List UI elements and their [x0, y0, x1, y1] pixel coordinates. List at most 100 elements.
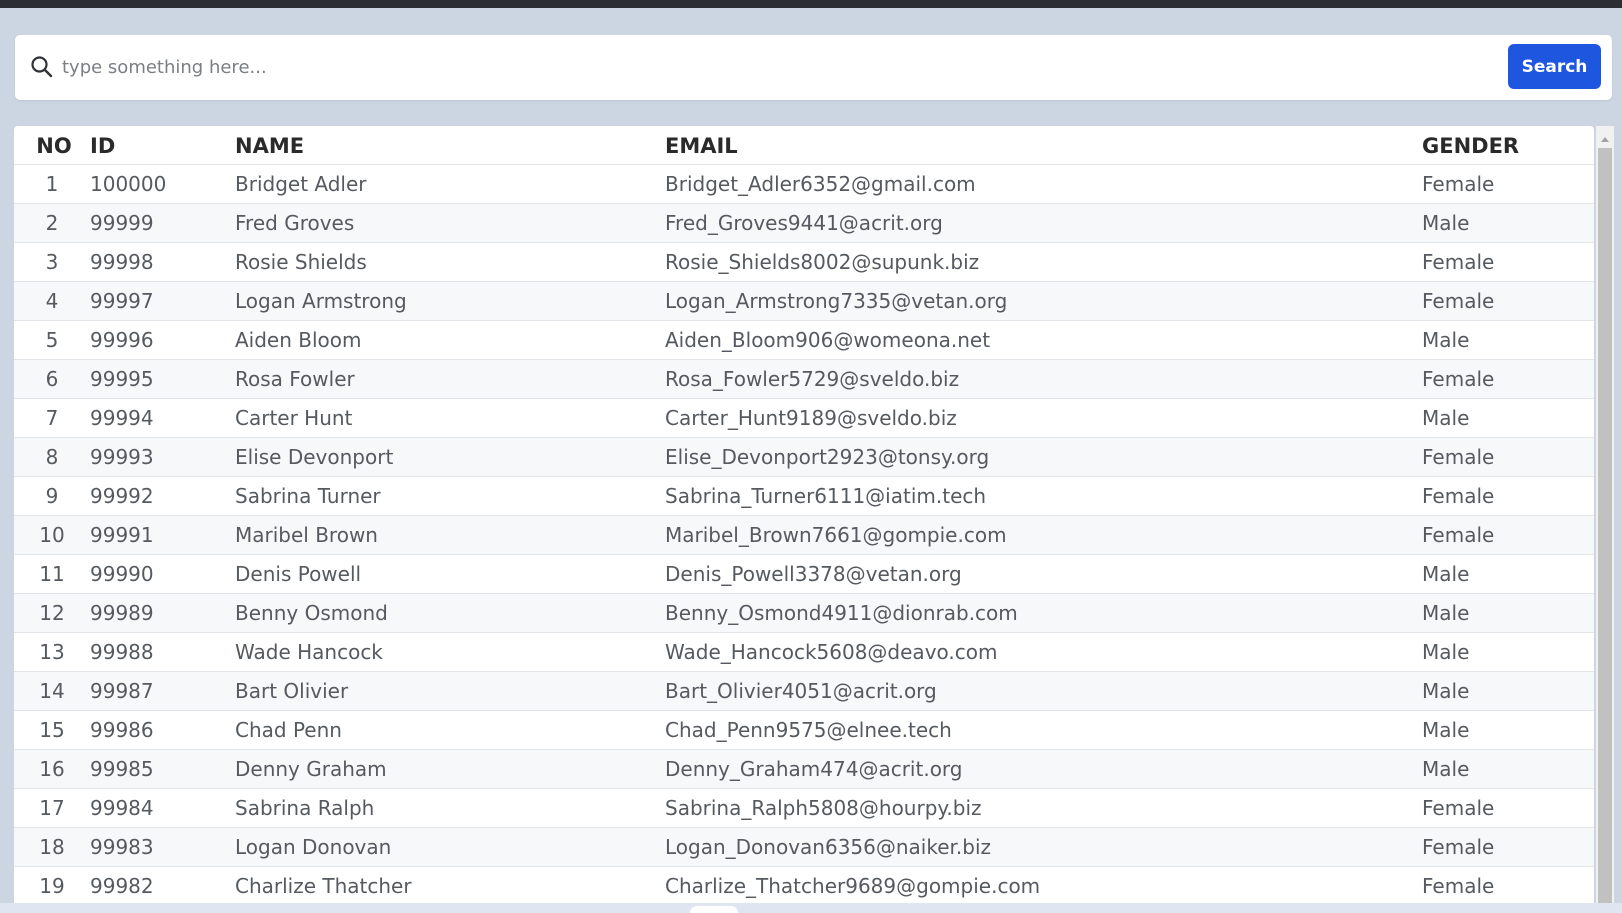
table-row[interactable]: 18 99983 Logan Donovan Logan_Donovan6356@na… [14, 827, 1594, 867]
cell-name: Elise Devonport [235, 437, 665, 477]
cell-name: Sabrina Ralph [235, 788, 665, 828]
table-row[interactable]: 10 99991 Maribel Brown Maribel_Brown7661@go… [14, 515, 1594, 555]
column-header-id: ID [90, 134, 116, 158]
cell-id: 100000 [90, 164, 235, 204]
cell-no: 15 [14, 710, 90, 750]
cell-gender: Male [1422, 203, 1594, 243]
cell-no: 3 [14, 242, 90, 282]
cell-id: 99993 [90, 437, 235, 477]
cell-email: Rosie_Shields8002@supunk.biz [665, 242, 1422, 282]
window-top-bar [0, 0, 1622, 8]
cell-id: 99990 [90, 554, 235, 594]
table-row[interactable]: 8 99993 Elise Devonport Elise_Devonport2923… [14, 437, 1594, 477]
cell-id: 99986 [90, 710, 235, 750]
cell-no: 7 [14, 398, 90, 438]
cell-gender: Male [1422, 671, 1594, 711]
cell-no: 16 [14, 749, 90, 789]
cell-id: 99982 [90, 866, 235, 903]
cell-gender: Female [1422, 437, 1594, 477]
cell-gender: Female [1422, 515, 1594, 555]
cell-name: Chad Penn [235, 710, 665, 750]
chevron-up-icon[interactable] [1596, 130, 1614, 142]
table-row[interactable]: 15 99986 Chad Penn Chad_Penn9575@elnee.tech… [14, 710, 1594, 750]
cell-no: 18 [14, 827, 90, 867]
cell-name: Carter Hunt [235, 398, 665, 438]
table-row[interactable]: 4 99997 Logan Armstrong Logan_Armstrong7335… [14, 281, 1594, 321]
table-scrollbar[interactable] [1596, 126, 1614, 903]
cell-name: Bridget Adler [235, 164, 665, 204]
search-icon [30, 55, 54, 79]
cell-no: 4 [14, 281, 90, 321]
table-row[interactable]: 2 99999 Fred Groves Fred_Groves9441@acrit.o… [14, 203, 1594, 243]
column-header-name: NAME [235, 134, 305, 158]
cell-id: 99983 [90, 827, 235, 867]
cell-id: 99997 [90, 281, 235, 321]
cell-no: 1 [14, 164, 90, 204]
table-row[interactable]: 7 99994 Carter Hunt Carter_Hunt9189@sveldo.… [14, 398, 1594, 438]
cell-email: Bridget_Adler6352@gmail.com [665, 164, 1422, 204]
table-row[interactable]: 9 99992 Sabrina Turner Sabrina_Turner6111@i… [14, 476, 1594, 516]
table-body: 1 100000 Bridget Adler Bridget_Adler6352@gm… [14, 164, 1594, 903]
table-row[interactable]: 13 99988 Wade Hancock Wade_Hancock5608@deav… [14, 632, 1594, 672]
cell-name: Denis Powell [235, 554, 665, 594]
cell-email: Carter_Hunt9189@sveldo.biz [665, 398, 1422, 438]
cell-name: Rosie Shields [235, 242, 665, 282]
table-row[interactable]: 3 99998 Rosie Shields Rosie_Shields8002@sup… [14, 242, 1594, 282]
users-table: NO ID NAME EMAIL GENDER 1 100000 Bridget A… [14, 126, 1594, 903]
cell-gender: Female [1422, 476, 1594, 516]
table-row[interactable]: 6 99995 Rosa Fowler Rosa_Fowler5729@sveldo.… [14, 359, 1594, 399]
search-button[interactable]: Search [1508, 44, 1601, 89]
table-row[interactable]: 14 99987 Bart Olivier Bart_Olivier4051@acri… [14, 671, 1594, 711]
cell-email: Charlize_Thatcher9689@gompie.com [665, 866, 1422, 903]
table-header-row: NO ID NAME EMAIL GENDER [14, 126, 1594, 165]
search-input[interactable] [62, 48, 1442, 86]
cell-gender: Male [1422, 320, 1594, 360]
cell-id: 99995 [90, 359, 235, 399]
cell-email: Maribel_Brown7661@gompie.com [665, 515, 1422, 555]
table-row[interactable]: 17 99984 Sabrina Ralph Sabrina_Ralph5808@ho… [14, 788, 1594, 828]
table-row[interactable]: 11 99990 Denis Powell Denis_Powell3378@veta… [14, 554, 1594, 594]
cell-email: Fred_Groves9441@acrit.org [665, 203, 1422, 243]
cell-email: Chad_Penn9575@elnee.tech [665, 710, 1422, 750]
cell-id: 99999 [90, 203, 235, 243]
cell-gender: Female [1422, 866, 1594, 903]
cell-no: 8 [14, 437, 90, 477]
cell-no: 6 [14, 359, 90, 399]
cell-name: Bart Olivier [235, 671, 665, 711]
cell-no: 11 [14, 554, 90, 594]
cell-no: 17 [14, 788, 90, 828]
cell-name: Sabrina Turner [235, 476, 665, 516]
cell-gender: Female [1422, 281, 1594, 321]
cell-no: 19 [14, 866, 90, 903]
cell-no: 14 [14, 671, 90, 711]
cell-name: Denny Graham [235, 749, 665, 789]
cell-id: 99992 [90, 476, 235, 516]
cell-email: Elise_Devonport2923@tonsy.org [665, 437, 1422, 477]
cell-name: Aiden Bloom [235, 320, 665, 360]
cell-email: Logan_Armstrong7335@vetan.org [665, 281, 1422, 321]
cell-email: Benny_Osmond4911@dionrab.com [665, 593, 1422, 633]
table-row[interactable]: 1 100000 Bridget Adler Bridget_Adler6352@gm… [14, 164, 1594, 204]
cell-email: Sabrina_Turner6111@iatim.tech [665, 476, 1422, 516]
cell-email: Aiden_Bloom906@womeona.net [665, 320, 1422, 360]
table-row[interactable]: 12 99989 Benny Osmond Benny_Osmond4911@dion… [14, 593, 1594, 633]
cell-id: 99989 [90, 593, 235, 633]
cell-gender: Female [1422, 788, 1594, 828]
table-row[interactable]: 16 99985 Denny Graham Denny_Graham474@acrit… [14, 749, 1594, 789]
cell-gender: Male [1422, 632, 1594, 672]
cell-id: 99987 [90, 671, 235, 711]
cell-id: 99984 [90, 788, 235, 828]
bottom-strip [0, 903, 1622, 913]
cell-id: 99998 [90, 242, 235, 282]
cell-email: Denis_Powell3378@vetan.org [665, 554, 1422, 594]
table-row[interactable]: 5 99996 Aiden Bloom Aiden_Bloom906@womeona.… [14, 320, 1594, 360]
cell-no: 10 [14, 515, 90, 555]
scrollbar-thumb[interactable] [1598, 148, 1612, 903]
cell-name: Rosa Fowler [235, 359, 665, 399]
cell-name: Benny Osmond [235, 593, 665, 633]
cell-gender: Female [1422, 164, 1594, 204]
cell-no: 13 [14, 632, 90, 672]
table-row[interactable]: 19 99982 Charlize Thatcher Charlize_Thatche… [14, 866, 1594, 903]
column-header-email: EMAIL [665, 134, 738, 158]
cell-id: 99985 [90, 749, 235, 789]
